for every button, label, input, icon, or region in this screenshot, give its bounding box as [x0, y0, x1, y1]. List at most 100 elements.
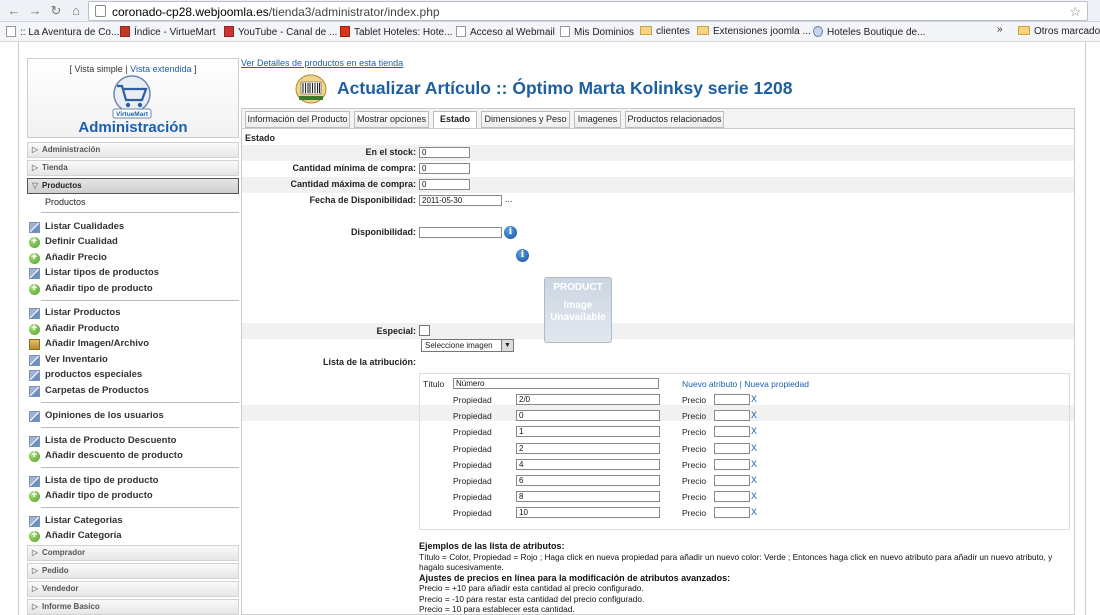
sidebar-section-productos[interactable]: ▽ Productos: [27, 178, 239, 194]
remove-property-link[interactable]: X: [751, 443, 757, 453]
reload-icon[interactable]: ↻: [48, 3, 64, 19]
sidebar-item-definir-cualidad[interactable]: Definir Cualidad: [27, 234, 239, 249]
virtuemart-icon: [120, 26, 130, 37]
sidebar-item-anadir-descuento[interactable]: Añadir descuento de producto: [27, 448, 239, 463]
tab-informacion[interactable]: Información del Producto: [245, 111, 350, 128]
bookmark-item[interactable]: Tablet Hoteles: Hote...: [340, 26, 452, 38]
bookmark-item[interactable]: Mis Dominios: [560, 26, 634, 38]
price-input[interactable]: [714, 475, 750, 486]
price-input[interactable]: [714, 507, 750, 519]
remove-property-link[interactable]: X: [751, 426, 757, 436]
sidebar-item-ver-inventario[interactable]: Ver Inventario: [27, 353, 239, 367]
sidebar-section-tienda[interactable]: ▷ Tienda: [27, 160, 239, 176]
bookmark-item[interactable]: Acceso al Webmail: [456, 26, 555, 38]
property-input[interactable]: 8: [516, 491, 660, 503]
tab-mostrar-opciones[interactable]: Mostrar opciones: [354, 111, 429, 128]
attribute-list-label: Lista de la atribución:: [322, 357, 416, 367]
remove-property-link[interactable]: X: [751, 507, 757, 517]
bookmark-item[interactable]: Hoteles Boutique de...: [813, 26, 925, 38]
sidebar-item-anadir-tipo-2[interactable]: Añadir tipo de producto: [27, 488, 239, 503]
sidebar-item-opiniones[interactable]: Opiniones de los usuarios: [27, 409, 239, 423]
stock-label: En el stock:: [365, 147, 416, 157]
max-purchase-input[interactable]: 0: [419, 179, 470, 190]
remove-property-link[interactable]: X: [751, 475, 757, 485]
item-label: Añadir tipo de producto: [45, 490, 153, 501]
chevron-right-icon: ▷: [32, 548, 39, 557]
sidebar-item-lista-tipo[interactable]: Lista de tipo de producto: [27, 474, 239, 488]
attribute-examples: Ejemplos de las lista de atributos: Títu…: [419, 541, 1069, 614]
attribute-title-input[interactable]: Número: [453, 378, 659, 389]
property-input[interactable]: 1: [516, 426, 660, 438]
sidebar-item-listar-tipos[interactable]: Listar tipos de productos: [27, 266, 239, 280]
sidebar-section-vendedor[interactable]: ▷ Vendedor: [27, 581, 239, 597]
sidebar-section-administracion[interactable]: ▷ Administración: [27, 142, 239, 158]
new-attribute-link[interactable]: Nuevo atributo: [682, 379, 737, 389]
view-extended-link[interactable]: Vista extendida: [130, 64, 191, 74]
back-icon[interactable]: ←: [6, 3, 22, 19]
bookmark-folder[interactable]: clientes: [640, 26, 690, 37]
sidebar-item-productos-especiales[interactable]: productos especiales: [27, 368, 239, 382]
price-input[interactable]: [714, 394, 750, 405]
info-icon[interactable]: i: [516, 249, 529, 262]
tab-imagenes[interactable]: Imagenes: [574, 111, 621, 128]
property-input[interactable]: 6: [516, 475, 660, 486]
bookmark-folder[interactable]: Otros marcadores: [1018, 26, 1100, 37]
bookmarks-overflow[interactable]: »: [997, 24, 1003, 35]
special-checkbox[interactable]: [419, 325, 430, 336]
sidebar-item-anadir-categoria[interactable]: Añadir Categoría: [27, 528, 239, 543]
forward-icon[interactable]: →: [27, 3, 43, 19]
sidebar-item-anadir-imagen[interactable]: Añadir Imagen/Archivo: [27, 337, 239, 351]
remove-property-link[interactable]: X: [751, 491, 757, 501]
remove-property-link[interactable]: X: [751, 459, 757, 469]
sidebar-section-informe[interactable]: ▷ Informe Basico: [27, 599, 239, 615]
price-input[interactable]: [714, 491, 750, 503]
remove-property-link[interactable]: X: [751, 410, 757, 420]
sidebar-item-carpetas[interactable]: Carpetas de Productos: [27, 384, 239, 398]
availability-date-input[interactable]: 2011-05-30: [419, 195, 502, 206]
price-input[interactable]: [714, 442, 750, 454]
bookmark-item[interactable]: YouTube - Canal de ...: [224, 26, 337, 38]
property-input[interactable]: 0: [516, 410, 660, 422]
property-input[interactable]: 10: [516, 507, 660, 519]
info-icon[interactable]: i: [504, 226, 517, 239]
tab-estado[interactable]: Estado: [433, 111, 477, 129]
date-picker-button[interactable]: ...: [505, 194, 513, 204]
property-label: Propiedad: [453, 443, 492, 454]
section-label: Administración: [42, 145, 101, 154]
stock-input[interactable]: 0: [419, 147, 470, 158]
product-details-link[interactable]: Ver Detalles de productos en esta tienda: [241, 58, 403, 68]
new-property-link[interactable]: Nueva propiedad: [744, 379, 809, 389]
bookmark-item[interactable]: Índice - VirtueMart: [120, 26, 216, 38]
sidebar-item-lista-descuento[interactable]: Lista de Producto Descuento: [27, 434, 239, 448]
sidebar-item-anadir-tipo[interactable]: Añadir tipo de producto: [27, 281, 239, 296]
add-icon: [29, 448, 40, 462]
price-input[interactable]: [714, 426, 750, 438]
availability-input[interactable]: [419, 227, 502, 238]
price-input[interactable]: [714, 410, 750, 422]
bracket: ]: [191, 64, 197, 74]
property-input[interactable]: 4: [516, 458, 660, 470]
sidebar-section-pedido[interactable]: ▷ Pedido: [27, 563, 239, 579]
product-image-placeholder: PRODUCT Image Unavailable: [544, 277, 612, 343]
bookmark-star-icon[interactable]: ☆: [1069, 4, 1081, 20]
price-input[interactable]: [714, 458, 750, 470]
image-select[interactable]: Seleccione imagen ▼: [421, 339, 514, 352]
sidebar-item-listar-cualidades[interactable]: Listar Cualidades: [27, 220, 239, 234]
remove-property-link[interactable]: X: [751, 394, 757, 404]
property-input[interactable]: 2: [516, 442, 660, 454]
sidebar-item-listar-productos[interactable]: Listar Productos: [27, 306, 239, 320]
sidebar-item-anadir-precio[interactable]: Añadir Precio: [27, 250, 239, 265]
min-purchase-input[interactable]: 0: [419, 163, 470, 174]
bookmark-item[interactable]: :: La Aventura de Co...: [6, 26, 119, 38]
sidebar-item-anadir-producto[interactable]: Añadir Producto: [27, 321, 239, 336]
sidebar-item-listar-categorias[interactable]: Listar Categorias: [27, 514, 239, 528]
home-icon[interactable]: ⌂: [68, 3, 84, 19]
tab-dimensiones[interactable]: Dimensiones y Peso: [481, 111, 570, 128]
sidebar-section-comprador[interactable]: ▷ Comprador: [27, 545, 239, 561]
property-input[interactable]: 2/0: [516, 394, 660, 405]
bookmark-folder[interactable]: Extensiones joomla ...: [697, 26, 811, 37]
tab-productos-relacionados[interactable]: Productos relacionados: [625, 111, 724, 128]
address-bar[interactable]: coronado-cp28.webjoomla.es/tienda3/admin…: [88, 1, 1088, 21]
page-info-icon[interactable]: [95, 5, 106, 17]
add-icon: [29, 528, 40, 542]
